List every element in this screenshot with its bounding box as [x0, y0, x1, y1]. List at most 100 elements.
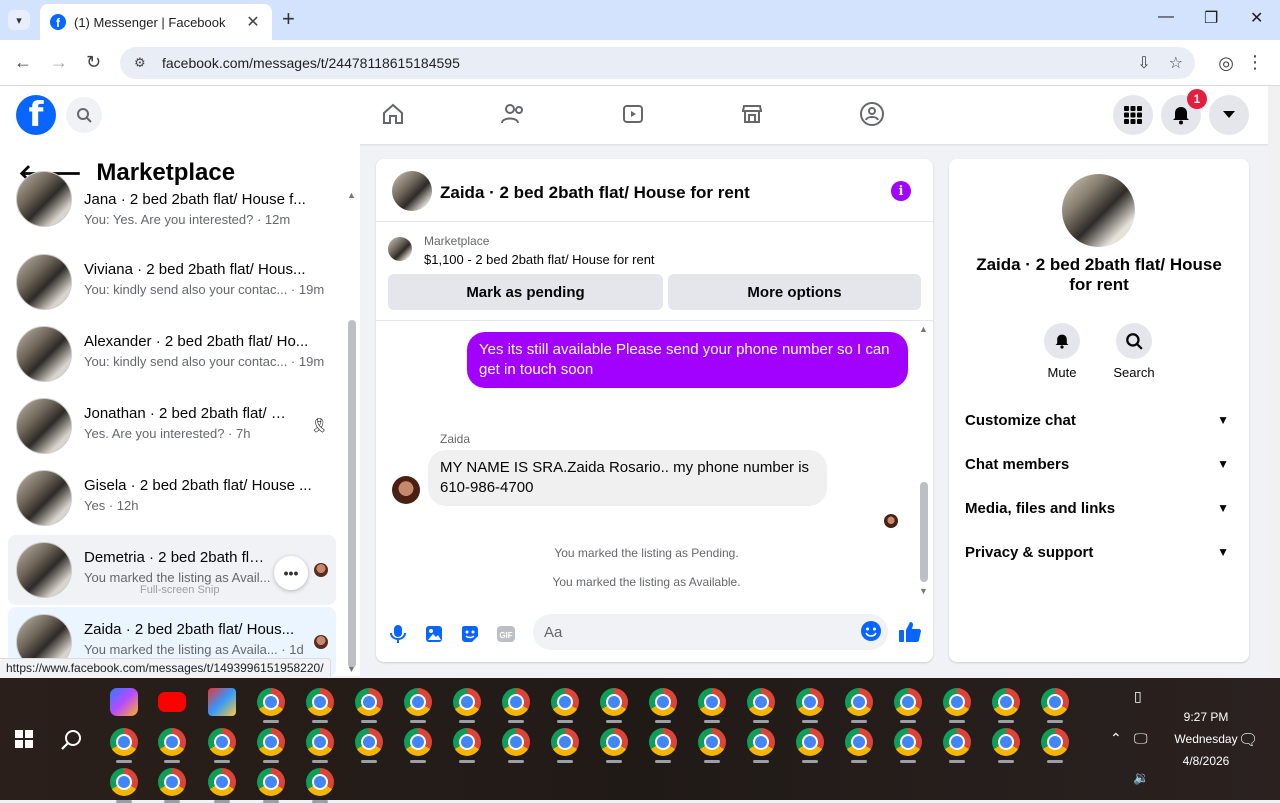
window-close-icon[interactable]: ✕ [1250, 8, 1263, 28]
chat-scrollbar[interactable]: ▲ ▼ [917, 322, 931, 602]
reload-icon[interactable]: ↻ [86, 52, 101, 73]
scroll-down-icon[interactable]: ▼ [347, 664, 356, 674]
more-options-button[interactable]: More options [668, 274, 921, 310]
notifications-button[interactable]: 1 [1161, 89, 1207, 135]
chrome-icon[interactable] [1041, 728, 1069, 756]
account-menu-icon[interactable] [1209, 95, 1249, 135]
scroll-down-icon[interactable]: ▼ [919, 586, 928, 596]
chrome-icon[interactable] [698, 688, 726, 716]
media-files-links-row[interactable]: Media, files and links ▼ [965, 488, 1233, 528]
chrome-icon[interactable] [453, 688, 481, 716]
details-avatar[interactable] [1062, 174, 1135, 247]
scrollbar-thumb[interactable] [920, 482, 928, 582]
chrome-icon[interactable] [747, 728, 775, 756]
marketplace-icon[interactable] [738, 100, 766, 128]
chrome-icon[interactable] [257, 728, 285, 756]
conversation-options-button[interactable]: ••• [274, 556, 308, 590]
forward-icon[interactable]: → [50, 52, 68, 73]
bookmark-star-icon[interactable]: ☆ [1169, 53, 1183, 73]
chrome-icon[interactable] [698, 728, 726, 756]
emoji-icon[interactable] [860, 620, 882, 646]
conversation-item[interactable]: Jana · 2 bed 2bath flat/ House f... You:… [8, 171, 336, 251]
video-icon[interactable] [619, 100, 647, 128]
chrome-icon[interactable] [747, 688, 775, 716]
chat-members-row[interactable]: Chat members ▼ [965, 444, 1233, 484]
microphone-icon[interactable] [386, 622, 410, 646]
scroll-up-icon[interactable]: ▲ [347, 190, 356, 200]
friends-icon[interactable] [499, 100, 527, 128]
paint-icon[interactable] [208, 688, 236, 716]
conversation-item[interactable]: Viviana · 2 bed 2bath flat/ Hous... You:… [8, 247, 336, 317]
chrome-icon[interactable] [502, 728, 530, 756]
search-in-chat-button[interactable]: Search [1104, 323, 1164, 380]
site-info-icon[interactable]: ⚙ [134, 55, 150, 71]
privacy-support-row[interactable]: Privacy & support ▼ [965, 532, 1233, 572]
chrome-icon[interactable] [257, 688, 285, 716]
mark-as-pending-button[interactable]: Mark as pending [388, 274, 663, 310]
chrome-icon[interactable] [894, 688, 922, 716]
chrome-icon[interactable] [453, 728, 481, 756]
apps-menu-icon[interactable] [1113, 95, 1153, 135]
restore-icon[interactable]: ❐ [1204, 8, 1218, 28]
profile-icon[interactable]: ◎ [1218, 53, 1234, 74]
groups-icon[interactable] [858, 100, 886, 128]
notifications-center-icon[interactable]: 🗨 [1238, 730, 1258, 750]
back-icon[interactable]: ← [14, 52, 32, 73]
page-scrollbar[interactable] [1268, 86, 1280, 676]
tray-device-icon[interactable]: ▯ [1134, 688, 1142, 705]
chrome-icon[interactable] [502, 688, 530, 716]
sender-avatar[interactable] [392, 476, 420, 504]
new-tab-icon[interactable]: + [282, 8, 295, 30]
chat-title[interactable]: Zaida · 2 bed 2bath flat/ House for rent [440, 183, 750, 203]
chrome-icon[interactable] [943, 728, 971, 756]
chrome-icon[interactable] [110, 768, 138, 796]
volume-icon[interactable]: 🔉 [1133, 770, 1149, 786]
mute-button[interactable]: Mute [1032, 323, 1092, 380]
customize-chat-row[interactable]: Customize chat ▼ [965, 400, 1233, 440]
url-field[interactable]: ⚙ facebook.com/messages/t/24478118615184… [120, 47, 1195, 79]
chrome-icon[interactable] [355, 688, 383, 716]
conversation-list-scrollbar[interactable]: ▲ ▼ [346, 190, 358, 676]
tab-search-dropdown-icon[interactable]: ▾ [8, 10, 30, 30]
chrome-icon[interactable] [257, 768, 285, 796]
taskbar-search-icon[interactable] [60, 728, 84, 757]
chrome-icon[interactable] [600, 688, 628, 716]
conversation-item[interactable]: Gisela · 2 bed 2bath flat/ House ... Yes… [8, 463, 336, 533]
chrome-icon[interactable] [600, 728, 628, 756]
show-hidden-icons[interactable]: ⌃ [1110, 730, 1122, 747]
youtube-icon[interactable] [158, 692, 186, 712]
sticker-icon[interactable] [458, 622, 482, 646]
listing-thumbnail[interactable] [388, 237, 412, 261]
scroll-up-icon[interactable]: ▲ [919, 324, 928, 334]
chrome-icon[interactable] [1041, 688, 1069, 716]
chrome-icon[interactable] [306, 688, 334, 716]
network-icon[interactable]: 🖵 [1134, 730, 1148, 747]
scrollbar-thumb[interactable] [348, 320, 356, 668]
chrome-icon[interactable] [158, 768, 186, 796]
chrome-icon[interactable] [404, 688, 432, 716]
chrome-icon[interactable] [845, 688, 873, 716]
close-tab-icon[interactable]: ✕ [244, 12, 262, 32]
gif-icon[interactable]: GIF [494, 622, 518, 646]
clock-date[interactable]: 4/8/2026 [1160, 754, 1252, 768]
browser-menu-icon[interactable]: ⋮ [1246, 52, 1264, 73]
photo-icon[interactable] [422, 622, 446, 646]
chrome-icon[interactable] [796, 728, 824, 756]
facebook-search-icon[interactable] [66, 97, 102, 133]
facebook-logo-icon[interactable]: f [16, 95, 56, 135]
home-icon[interactable] [379, 100, 407, 128]
chrome-icon[interactable] [992, 728, 1020, 756]
windows-start-icon[interactable] [15, 730, 33, 748]
chrome-icon[interactable] [208, 768, 236, 796]
chrome-icon[interactable] [551, 688, 579, 716]
conversation-item[interactable]: Jonathan · 2 bed 2bath flat/ H... Yes. A… [8, 391, 336, 461]
chrome-icon[interactable] [992, 688, 1020, 716]
info-icon[interactable]: i [891, 181, 911, 201]
browser-tab[interactable]: f (1) Messenger | Facebook ✕ [40, 4, 272, 40]
chrome-icon[interactable] [551, 728, 579, 756]
chrome-icon[interactable] [208, 728, 236, 756]
chrome-icon[interactable] [894, 728, 922, 756]
chat-avatar[interactable] [392, 171, 432, 211]
chrome-icon[interactable] [110, 728, 138, 756]
chrome-icon[interactable] [943, 688, 971, 716]
